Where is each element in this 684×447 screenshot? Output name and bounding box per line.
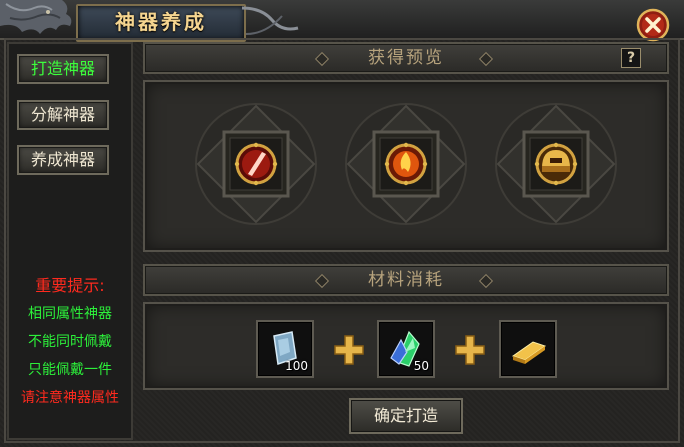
sidebar-item-label: 打造神器 xyxy=(30,59,95,78)
preview-slot[interactable] xyxy=(194,102,318,226)
sidebar-item-upgrade[interactable]: 养成神器 xyxy=(17,145,109,175)
gold-bar-icon xyxy=(511,341,547,364)
title-ornament-icon xyxy=(242,6,299,35)
materials-header: 材料消耗 xyxy=(143,264,669,296)
material-slot[interactable]: 100 xyxy=(256,320,314,378)
tips-heading: 重要提示: xyxy=(35,276,105,295)
plus-icon xyxy=(455,335,485,365)
preview-slot[interactable] xyxy=(344,102,468,226)
tip-line: 相同属性神器 xyxy=(28,306,112,322)
title-plate: 神器养成 xyxy=(76,4,246,42)
material-slot[interactable]: 50 xyxy=(377,320,435,378)
sidebar: 打造神器 分解神器 养成神器 重要提示: 相同属性神器 不能同时佩戴 只能佩戴一… xyxy=(7,42,133,440)
sidebar-item-label: 分解神器 xyxy=(30,105,95,124)
plus-icon xyxy=(334,335,364,365)
material-count: 100 xyxy=(285,359,308,373)
help-button[interactable]: ? xyxy=(621,48,641,68)
materials-header-label: 材料消耗 xyxy=(368,270,444,290)
window-title: 神器养成 xyxy=(115,10,207,34)
preview-panel xyxy=(143,80,669,252)
tip-warning: 请注意神器属性 xyxy=(21,390,119,406)
confirm-forge-button[interactable]: 确定打造 xyxy=(349,398,463,434)
sidebar-item-decompose[interactable]: 分解神器 xyxy=(17,100,109,130)
tips-panel: 重要提示: 相同属性神器 不能同时佩戴 只能佩戴一件 请注意神器属性 xyxy=(9,272,131,412)
close-button[interactable] xyxy=(636,8,670,42)
tip-line: 不能同时佩戴 xyxy=(28,334,112,350)
title-bar[interactable]: 神器养成 xyxy=(0,0,684,42)
artifact-window: 神器养成 打造神器 分解神器 养成神器 重要提示: 相同属性神器 不能同时佩戴 xyxy=(0,0,684,447)
preview-header: 获得预览 xyxy=(143,42,669,74)
preview-header-label: 获得预览 xyxy=(368,48,444,68)
material-slot[interactable] xyxy=(499,320,557,378)
preview-slot[interactable] xyxy=(494,102,618,226)
sidebar-item-label: 养成神器 xyxy=(30,150,95,169)
tip-line: 只能佩戴一件 xyxy=(28,362,112,378)
sidebar-item-forge[interactable]: 打造神器 xyxy=(17,54,109,84)
material-count: 50 xyxy=(413,359,429,373)
